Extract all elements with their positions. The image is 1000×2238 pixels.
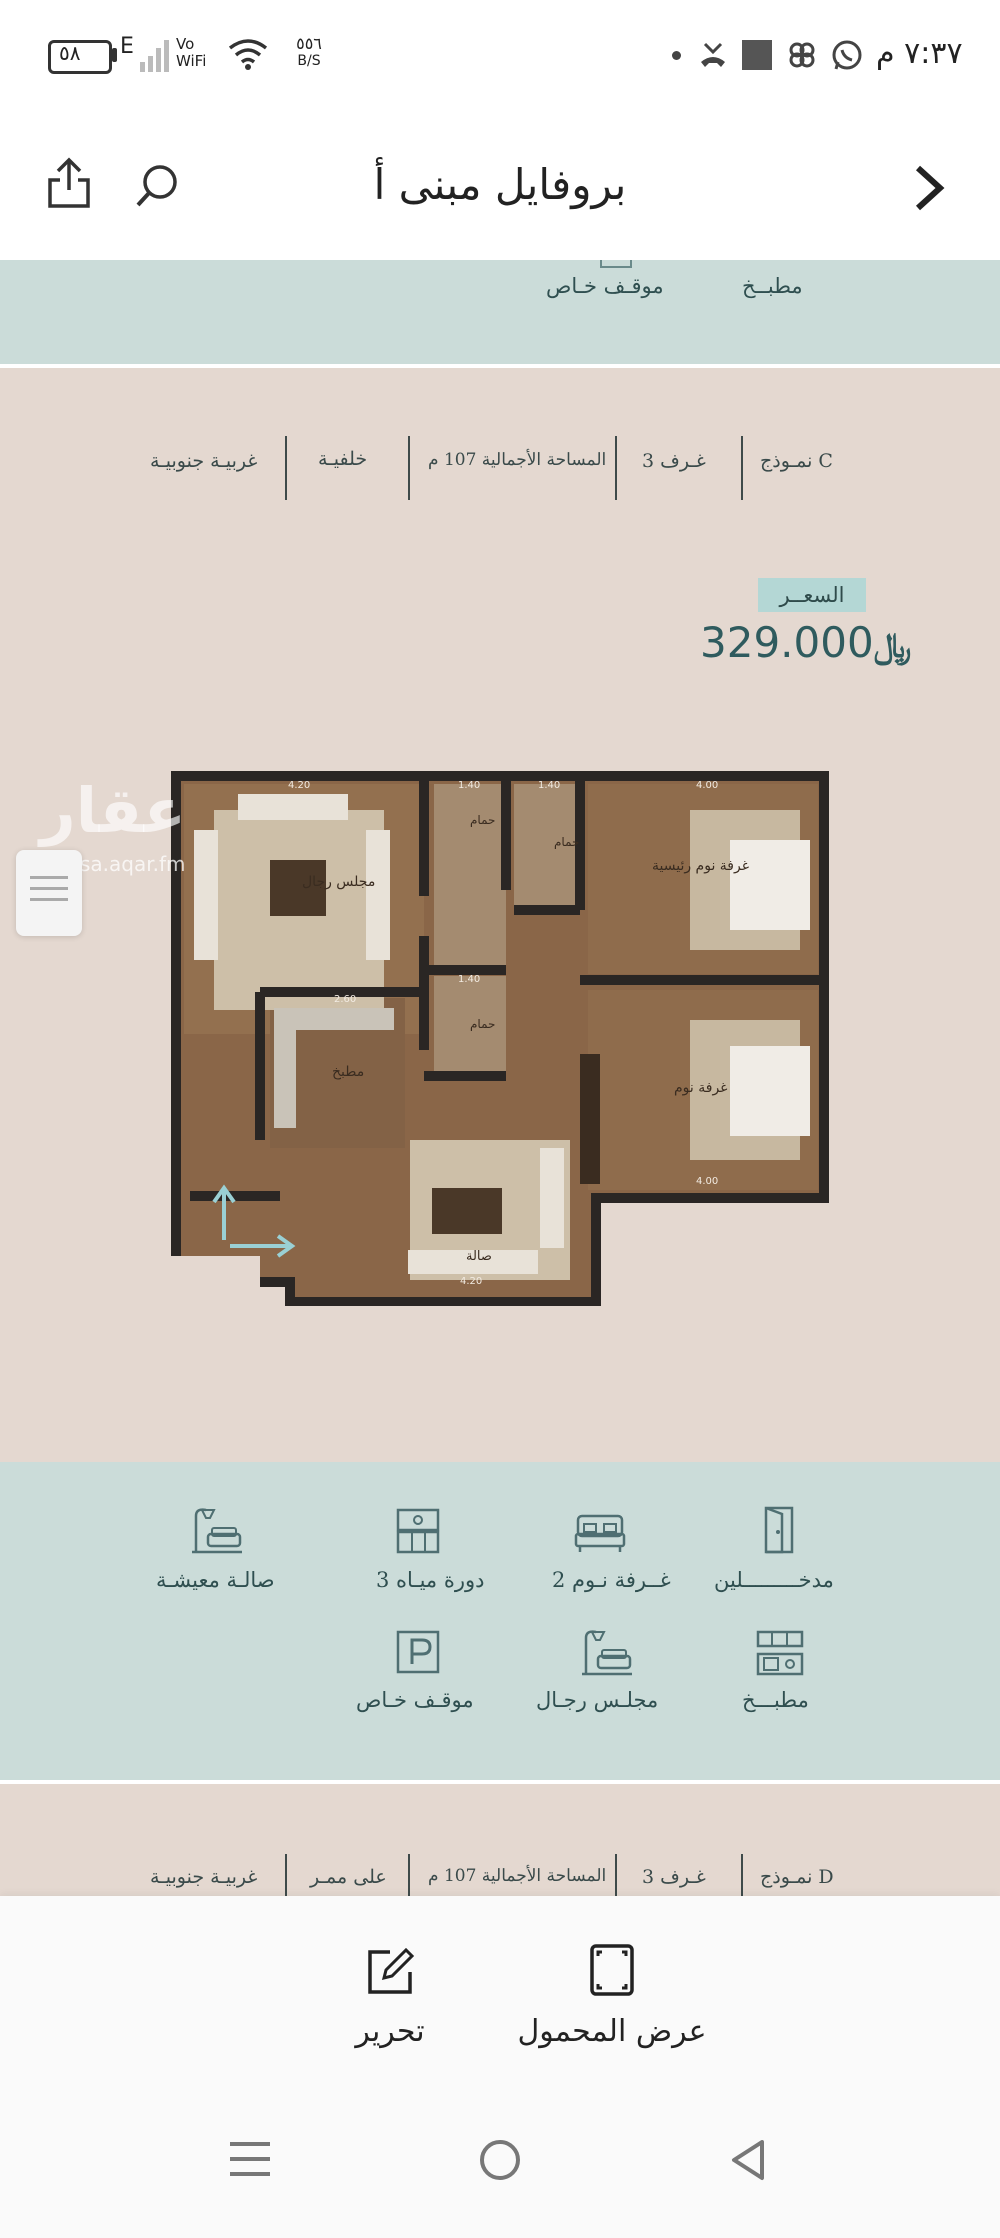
spec-divider: [408, 1854, 410, 1896]
edit-icon: [368, 1947, 415, 1994]
share-icon[interactable]: [46, 156, 92, 210]
feature-living-label: صالـة معيشـة: [156, 1568, 275, 1592]
aqar-watermark-url: sa.aqar.fm: [80, 852, 186, 876]
dimension-label: 1.40: [538, 780, 560, 791]
bed-icon: [574, 1514, 626, 1552]
dimension-label: 4.00: [696, 780, 718, 791]
notification-dot-icon: [672, 51, 681, 60]
feature-entrances-label: مدخـــــــــلين: [714, 1568, 834, 1592]
dimension-label: 1.40: [458, 780, 480, 791]
spec-direction: غربيـة جنوبيـة: [150, 450, 258, 472]
spec-divider: [408, 436, 410, 500]
spec-area: المساحة الأجمالية 107 م: [428, 1866, 607, 1886]
net-speed-value: ٥٥٦: [296, 34, 322, 53]
page-title: بروفايل مبنى أ: [373, 160, 627, 209]
spec-divider: [741, 1854, 743, 1896]
spec-divider: [615, 1854, 617, 1896]
spec-model: نمـوذج D: [760, 1866, 834, 1888]
recent-apps-icon[interactable]: [230, 2142, 270, 2182]
room-living-label: مجلس رجال: [302, 874, 375, 890]
floating-menu-button[interactable]: [16, 850, 82, 936]
spec-direction: غربيـة جنوبيـة: [150, 1866, 258, 1888]
room-bedroom-label: غرفة نوم: [674, 1080, 728, 1096]
room-bath3-label: حمام: [470, 1017, 495, 1031]
price-label: السعــر: [758, 578, 866, 612]
aqar-watermark: عقار: [40, 774, 186, 847]
dimension-label: 4.20: [460, 1276, 482, 1287]
spec-divider: [741, 436, 743, 500]
wifi-icon: [228, 39, 268, 70]
back-triangle-icon[interactable]: [728, 2138, 768, 2182]
dimension-label: 4.00: [696, 1176, 718, 1187]
mobile-view-button[interactable]: عرض المحمول: [508, 1942, 716, 2062]
fit-screen-icon: [590, 1944, 634, 1996]
battery-icon: ٥٨: [48, 40, 112, 74]
status-bar: ٥٨ E Vo WiFi ٥٥٦ B/S ٧:٣٧ م: [0, 0, 1000, 110]
spec-area: المساحة الأجمالية 107 م: [428, 450, 607, 470]
net-speed: ٥٥٦ B/S: [284, 34, 334, 69]
battery-level: ٥٨: [59, 41, 81, 65]
price-amount: 329.000: [700, 618, 874, 667]
feature-parking-label: موقـف خـاص: [546, 274, 664, 298]
app-square-icon: [742, 40, 772, 70]
model-d-section: نمـوذج D 3 غـرف المساحة الأجمالية 107 م …: [0, 1784, 1000, 1896]
edit-button[interactable]: تحرير: [330, 1942, 450, 2062]
parking-icon: [396, 1630, 440, 1674]
clock: ٧:٣٧ م: [876, 36, 963, 71]
sofa-lamp-icon: [582, 1630, 632, 1676]
room-bath1-label: حمام: [470, 813, 495, 827]
whatsapp-icon: [832, 40, 862, 70]
icon-partial: [600, 260, 632, 268]
bathroom-icon: [396, 1508, 440, 1554]
spec-divider: [615, 436, 617, 500]
feature-kitchen-label: مطبـــخ: [742, 1688, 809, 1712]
mobile-view-label: عرض المحمول: [517, 2014, 707, 2049]
app-flower-icon: [789, 42, 815, 68]
room-kitchen-label: مطبخ: [332, 1064, 364, 1080]
dimension-label: 4.20: [288, 780, 310, 791]
spec-model: نمـوذج C: [760, 450, 833, 472]
features-band-top: مطبــخ موقـف خـاص: [0, 260, 1000, 364]
bottom-action-bar: عرض المحمول تحرير: [0, 1896, 1000, 2086]
battery-tip: [112, 48, 117, 62]
search-icon[interactable]: [134, 162, 182, 210]
feature-majlis-label: مجلـس رجـال: [536, 1688, 659, 1712]
system-nav-bar: [0, 2086, 1000, 2238]
currency-symbol: ﷼: [873, 626, 912, 666]
spec-divider: [285, 436, 287, 500]
home-icon[interactable]: [480, 2140, 520, 2180]
edit-label: تحرير: [355, 2014, 425, 2049]
signal-icon: [140, 40, 169, 72]
net-speed-unit: B/S: [297, 53, 321, 69]
spec-position: على ممـر: [310, 1866, 387, 1888]
price-value: ﷼329.000: [700, 618, 911, 667]
features-band: مدخـــــــــلين 2 غــرفة نـوم 3 دورة ميـ…: [0, 1462, 1000, 1780]
sofa-lamp-icon: [192, 1508, 242, 1554]
room-bath2-label: حمام: [554, 835, 579, 849]
vowifi-label: Vo WiFi: [176, 35, 207, 70]
spec-rooms: 3 غـرف: [642, 450, 706, 472]
floor-plan-image[interactable]: مجلس رجال غرفة نوم رئيسية غرفة نوم مطبخ …: [170, 770, 830, 1306]
kitchen-icon: [756, 1630, 804, 1676]
menu-lines-icon: [30, 876, 68, 910]
door-icon: [764, 1506, 794, 1554]
feature-kitchen-label: مطبــخ: [742, 274, 803, 298]
feature-bedrooms-label: 2 غــرفة نـوم: [552, 1568, 671, 1592]
dimension-label: 1.40: [458, 974, 480, 985]
feature-parking-label: موقـف خـاص: [356, 1688, 474, 1712]
spec-rooms: 3 غـرف: [642, 1866, 706, 1888]
chevron-right-icon[interactable]: [912, 164, 946, 212]
room-hall-label: صالة: [466, 1249, 492, 1264]
spec-position: خلفيـة: [318, 448, 368, 470]
missed-call-icon: [701, 42, 725, 67]
app-header: بروفايل مبنى أ: [0, 110, 1000, 260]
spec-divider: [285, 1854, 287, 1896]
network-type: E: [120, 34, 134, 59]
dimension-label: 2.60: [334, 994, 356, 1005]
room-master-label: غرفة نوم رئيسية: [652, 858, 749, 874]
feature-bathrooms-label: 3 دورة ميـاه: [376, 1568, 485, 1592]
